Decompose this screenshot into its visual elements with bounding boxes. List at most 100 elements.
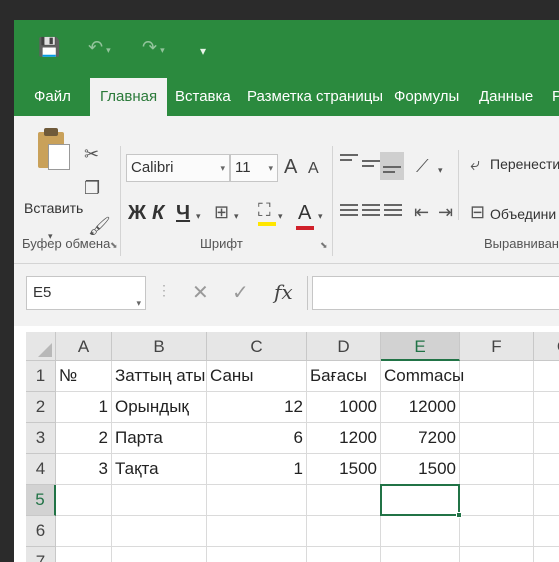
align-right-icon[interactable] [384,204,402,219]
cell-e6[interactable] [381,516,460,547]
redo-icon[interactable]: ↷ ▾ [142,36,165,61]
cell-d3[interactable]: 1200 [307,423,381,454]
cell-g5[interactable] [534,485,559,516]
cell-f5[interactable] [460,485,534,516]
cell-d2[interactable]: 1000 [307,392,381,423]
cell-d6[interactable] [307,516,381,547]
font-size-select[interactable]: 11 ▾ [230,154,278,182]
format-painter-icon[interactable]: 🖌 [88,216,111,236]
row-header-3[interactable]: 3 [26,423,56,454]
cell-c5[interactable] [207,485,307,516]
cell-c2[interactable]: 12 [207,392,307,423]
cell-f1[interactable] [460,361,534,392]
orientation-dropdown-icon[interactable]: ▾ [438,160,443,180]
font-color-dropdown-icon[interactable]: ▾ [318,206,323,226]
cell-d4[interactable]: 1500 [307,454,381,485]
copy-icon[interactable]: ❐ [84,178,100,198]
column-header-f[interactable]: F [460,332,534,361]
cell-e4[interactable]: 1500 [381,454,460,485]
cell-e1[interactable]: Сommасы [381,361,464,392]
column-header-d[interactable]: D [307,332,381,361]
column-header-b[interactable]: B [112,332,207,361]
align-top-icon[interactable] [340,154,358,164]
merge-icon[interactable]: ⊟ [470,202,485,222]
underline-button[interactable]: Ч [176,202,190,225]
cell-a1[interactable]: № [56,361,112,392]
cell-c4[interactable]: 1 [207,454,307,485]
save-icon[interactable]: 💾 [38,36,60,58]
cell-a5[interactable] [56,485,112,516]
cell-b5[interactable] [112,485,207,516]
cell-c7[interactable] [207,547,307,562]
formula-input[interactable] [312,276,559,310]
tab-home[interactable]: Главная [90,78,168,116]
cell-g3[interactable] [534,423,559,454]
cell-d1[interactable]: Бағасы [307,361,381,392]
tab-data[interactable]: Данные [469,78,543,116]
tab-insert[interactable]: Вставка [165,78,241,116]
spreadsheet-grid[interactable]: ABCDEFG1№Заттың атыСаныБағасыСommасы21Ор… [14,326,559,562]
align-center-icon[interactable] [362,204,380,219]
tab-review[interactable]: Р [542,78,559,116]
grow-font-button[interactable]: A [284,156,297,179]
cell-e2[interactable]: 12000 [381,392,460,423]
insert-function-button[interactable]: fx [274,280,293,304]
row-header-5[interactable]: 5 [26,485,56,516]
cell-f4[interactable] [460,454,534,485]
cell-a4[interactable]: 3 [56,454,112,485]
wrap-text-icon[interactable]: ⤶ [470,154,480,174]
align-middle-icon[interactable] [362,160,380,170]
cell-b6[interactable] [112,516,207,547]
cell-a7[interactable] [56,547,112,562]
undo-icon[interactable]: ↶ ▾ [88,36,111,61]
wrap-text-button[interactable]: Перенести [490,156,559,172]
row-header-1[interactable]: 1 [26,361,56,392]
fill-dropdown-icon[interactable]: ▾ [278,206,283,226]
column-header-g[interactable]: G [534,332,559,361]
font-color-button[interactable]: A [298,202,311,225]
cell-c1[interactable]: Саны [207,361,307,392]
row-header-6[interactable]: 6 [26,516,56,547]
cell-g2[interactable] [534,392,559,423]
tab-page-layout[interactable]: Разметка страницы [237,78,393,116]
clipboard-launcher-icon[interactable]: ⬊ [110,240,118,251]
paste-icon[interactable] [34,126,74,176]
cell-d7[interactable] [307,547,381,562]
cell-c6[interactable] [207,516,307,547]
cancel-icon[interactable]: ✕ [192,280,209,305]
cell-f7[interactable] [460,547,534,562]
font-name-select[interactable]: Calibri ▾ [126,154,230,182]
shrink-font-button[interactable]: A [308,160,319,178]
row-header-4[interactable]: 4 [26,454,56,485]
italic-button[interactable]: К [152,202,164,225]
cell-b2[interactable]: Орындық [112,392,207,423]
cell-d5[interactable] [307,485,381,516]
cell-c3[interactable]: 6 [207,423,307,454]
paste-button[interactable]: Вставить [24,200,83,216]
cell-e3[interactable]: 7200 [381,423,460,454]
tab-file[interactable]: Файл [24,78,81,116]
cell-a2[interactable]: 1 [56,392,112,423]
column-header-a[interactable]: A [56,332,112,361]
decrease-indent-icon[interactable]: ⇤ [414,202,429,222]
increase-indent-icon[interactable]: ⇥ [438,202,453,222]
underline-dropdown-icon[interactable]: ▾ [196,206,201,226]
tab-formulas[interactable]: Формулы [384,78,469,116]
cell-a3[interactable]: 2 [56,423,112,454]
name-box[interactable]: E5 ▾ [26,276,146,310]
cell-a6[interactable] [56,516,112,547]
row-header-2[interactable]: 2 [26,392,56,423]
align-left-icon[interactable] [340,204,358,219]
cell-g6[interactable] [534,516,559,547]
cell-g1[interactable] [534,361,559,392]
font-launcher-icon[interactable]: ⬊ [320,240,328,251]
orientation-icon[interactable]: ⟋ [416,156,429,176]
cell-g7[interactable] [534,547,559,562]
cell-b3[interactable]: Парта [112,423,207,454]
bold-button[interactable]: Ж [128,202,146,225]
cell-b7[interactable] [112,547,207,562]
cell-f6[interactable] [460,516,534,547]
customize-qat-icon[interactable]: ▾ [200,40,206,62]
cut-icon[interactable]: ✂ [84,144,99,164]
enter-icon[interactable]: ✓ [232,280,249,305]
